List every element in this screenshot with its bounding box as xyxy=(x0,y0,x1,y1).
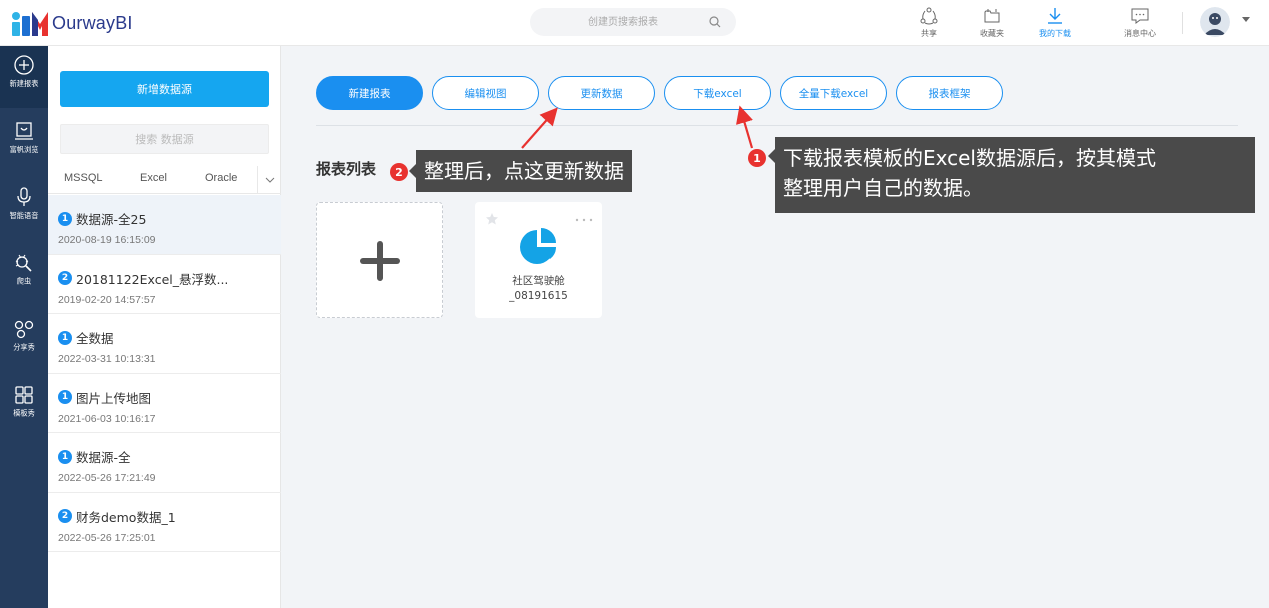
tabs-more-button[interactable] xyxy=(257,166,281,194)
datasource-date: 2021-06-03 10:16:17 xyxy=(58,412,156,425)
rail-label: 智能语音 xyxy=(9,211,39,220)
favorites-button[interactable]: 收藏夹 xyxy=(970,6,1014,42)
app-name: OurwayBI xyxy=(52,12,133,33)
avatar-dropdown-icon[interactable] xyxy=(1242,17,1250,22)
report-search-input[interactable] xyxy=(530,8,736,36)
annotation-callout-update: 整理后，点这更新数据 xyxy=(409,150,632,192)
chevron-down-icon xyxy=(265,177,274,183)
datasource-list: 1 数据源-全25 2020-08-19 16:15:09 2 20181122Ex… xyxy=(48,195,281,552)
datasource-name: 数据源-全25 xyxy=(76,212,147,227)
datasource-date: 2020-08-19 16:15:09 xyxy=(58,234,156,246)
pie-chart-icon xyxy=(520,228,556,264)
list-item[interactable]: 2 20181122Excel_悬浮数... 2019-02-20 14:57:5… xyxy=(48,255,281,314)
more-options-icon[interactable] xyxy=(575,218,593,222)
list-item[interactable]: 2 财务demo数据_1 2022-05-26 17:25:01 xyxy=(48,493,281,552)
user-avatar[interactable] xyxy=(1200,7,1230,37)
rail-item-crawler[interactable]: 爬虫 xyxy=(0,244,48,306)
share-network-icon xyxy=(14,320,34,339)
datasource-name: 20181122Excel_悬浮数... xyxy=(76,271,229,287)
list-item[interactable]: 1 数据源-全 2022-05-26 17:21:49 xyxy=(48,433,281,493)
datasource-search xyxy=(60,124,269,154)
share-label: 共享 xyxy=(921,29,937,38)
plus-icon-vertical xyxy=(377,241,383,281)
datasource-type-tabs: MSSQL Excel Oracle xyxy=(48,166,281,194)
star-icon[interactable] xyxy=(485,212,499,226)
rail-label: 新建报表 xyxy=(9,79,39,88)
list-item[interactable]: 1 图片上传地图 2021-06-03 10:16:17 xyxy=(48,374,281,433)
list-item[interactable]: 1 数据源-全25 2020-08-19 16:15:09 xyxy=(48,195,281,255)
datasource-name: 数据源-全 xyxy=(76,450,131,465)
count-badge: 2 xyxy=(58,271,72,285)
message-center-button[interactable]: 消息中心 xyxy=(1118,6,1162,42)
count-badge: 1 xyxy=(58,390,72,404)
tab-oracle[interactable]: Oracle xyxy=(205,172,237,184)
add-datasource-button[interactable]: 新增数据源 xyxy=(60,71,269,107)
report-search xyxy=(530,8,736,36)
rail-label: 分享秀 xyxy=(13,343,35,352)
report-name-line2: _08191615 xyxy=(509,290,568,302)
plus-circle-icon xyxy=(14,55,34,75)
report-list-title: 报表列表 xyxy=(316,160,377,178)
favorites-label: 收藏夹 xyxy=(980,29,1004,38)
rail-item-browse[interactable]: 富帆浏览 xyxy=(0,112,48,174)
datasource-panel: 新增数据源 MSSQL Excel Oracle 1 数据源-全25 2020-0… xyxy=(48,46,281,608)
rail-item-voice[interactable]: 智能语音 xyxy=(0,178,48,240)
datasource-search-input[interactable] xyxy=(61,125,268,153)
datasource-name: 财务demo数据_1 xyxy=(76,509,176,525)
download-excel-button[interactable]: 下载excel xyxy=(664,76,771,110)
report-card-name: 社区驾驶舱 _08191615 xyxy=(475,274,602,304)
app-logo[interactable]: OurwayBI xyxy=(10,8,133,38)
rail-item-template-show[interactable]: 模板秀 xyxy=(0,376,48,438)
browse-icon xyxy=(15,122,33,140)
rail-label: 爬虫 xyxy=(16,277,32,286)
microphone-icon xyxy=(17,187,31,206)
new-report-button[interactable]: 新建报表 xyxy=(316,76,423,110)
datasource-date: 2022-03-31 10:13:31 xyxy=(58,353,156,365)
count-badge: 1 xyxy=(58,330,72,345)
datasource-date: 2022-05-26 17:25:01 xyxy=(58,531,156,544)
update-data-button[interactable]: 更新数据 xyxy=(548,76,655,110)
count-badge: 2 xyxy=(58,509,72,523)
message-center-label: 消息中心 xyxy=(1124,29,1156,38)
top-header: OurwayBI 共享 收藏夹 我的下载 消息中心 xyxy=(0,0,1269,46)
datasource-date: 2019-02-20 14:57:57 xyxy=(58,293,156,306)
callout-line1: 下载报表模板的Excel数据源后，按其模式 xyxy=(783,146,1156,170)
message-icon xyxy=(1131,8,1149,24)
my-downloads-label: 我的下载 xyxy=(1039,29,1071,38)
annotation-badge-1: 1 xyxy=(748,149,766,167)
template-grid-icon xyxy=(15,386,33,404)
share-icon xyxy=(920,7,938,25)
ourwaybi-logo-icon xyxy=(10,8,50,38)
rail-item-new-report[interactable]: 新建报表 xyxy=(0,46,48,108)
rail-label: 模板秀 xyxy=(13,409,35,418)
share-button[interactable]: 共享 xyxy=(907,6,951,42)
report-name-line1: 社区驾驶舱 xyxy=(512,275,565,287)
annotation-badge-2: 2 xyxy=(390,163,408,181)
datasource-name: 图片上传地图 xyxy=(76,390,152,406)
edit-view-button[interactable]: 编辑视图 xyxy=(432,76,539,110)
my-downloads-button[interactable]: 我的下载 xyxy=(1033,6,1077,42)
rail-item-share-show[interactable]: 分享秀 xyxy=(0,310,48,372)
list-item[interactable]: 1 全数据 2022-03-31 10:13:31 xyxy=(48,314,281,374)
toolbar-divider xyxy=(316,125,1238,126)
download-all-excel-button[interactable]: 全量下载excel xyxy=(780,76,887,110)
download-icon xyxy=(1048,8,1062,24)
count-badge: 1 xyxy=(58,211,72,226)
report-framework-button[interactable]: 报表框架 xyxy=(896,76,1003,110)
datasource-name: 全数据 xyxy=(76,331,114,346)
folder-icon xyxy=(984,9,1000,23)
left-nav-rail: 新建报表 富帆浏览 智能语音 爬虫 分享秀 模板秀 xyxy=(0,46,48,608)
header-divider xyxy=(1182,12,1183,34)
tab-excel[interactable]: Excel xyxy=(140,172,167,184)
crawler-icon xyxy=(15,254,32,272)
report-card[interactable]: 社区驾驶舱 _08191615 xyxy=(475,202,602,318)
add-report-card[interactable] xyxy=(316,202,443,318)
rail-label: 富帆浏览 xyxy=(9,145,39,154)
annotation-callout-download: 下载报表模板的Excel数据源后，按其模式 整理用户自己的数据。 xyxy=(768,137,1255,213)
search-icon[interactable] xyxy=(708,15,722,29)
callout-line2: 整理用户自己的数据。 xyxy=(783,176,983,200)
datasource-date: 2022-05-26 17:21:49 xyxy=(58,472,156,484)
tab-mssql[interactable]: MSSQL xyxy=(64,172,103,184)
count-badge: 1 xyxy=(58,449,72,464)
